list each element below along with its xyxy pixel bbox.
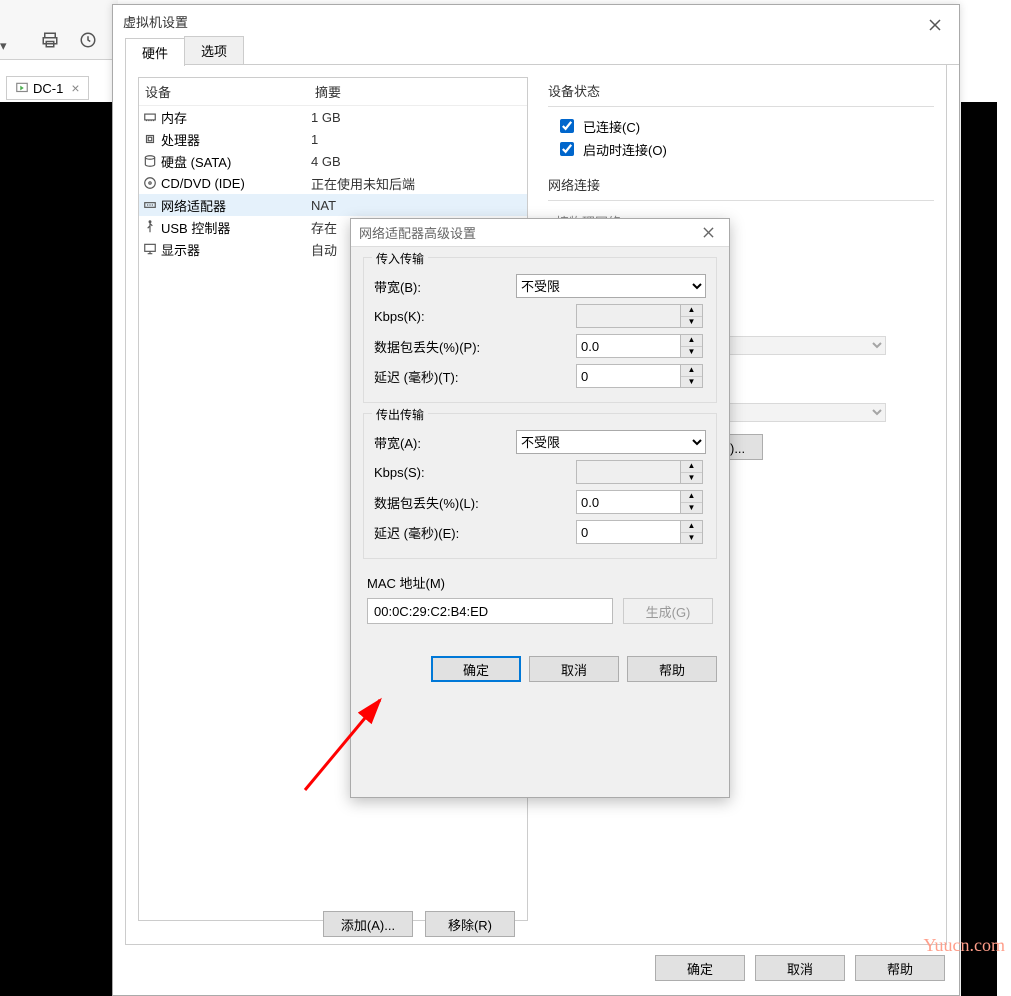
spin-down-icon[interactable]: ▼	[681, 317, 702, 328]
tab-hardware[interactable]: 硬件	[125, 38, 185, 66]
spin-up-icon[interactable]: ▲	[681, 521, 702, 533]
net-icon	[141, 196, 159, 214]
in-kbps-label: Kbps(K):	[374, 309, 504, 324]
close-button[interactable]	[919, 13, 951, 37]
in-bandwidth-select[interactable]: 不受限	[516, 274, 706, 298]
usb-icon	[141, 218, 159, 236]
out-loss-label: 数据包丢失(%)(L):	[374, 493, 504, 512]
connected-checkbox-input[interactable]	[560, 119, 574, 133]
out-latency-input[interactable]	[576, 520, 681, 544]
device-summary: 4 GB	[311, 154, 525, 169]
cancel-button[interactable]: 取消	[755, 955, 845, 981]
device-row[interactable]: 硬盘 (SATA)4 GB	[139, 150, 527, 172]
spin-up-icon[interactable]: ▲	[681, 461, 702, 473]
spin-down-icon[interactable]: ▼	[681, 347, 702, 358]
vm-tab-label: DC-1	[33, 81, 63, 96]
display-icon	[141, 240, 159, 258]
disk-icon	[141, 152, 159, 170]
net-conn-title: 网络连接	[548, 175, 934, 194]
out-kbps-label: Kbps(S):	[374, 465, 504, 480]
connect-poweron-checkbox[interactable]: 启动时连接(O)	[556, 139, 934, 159]
mac-label: MAC 地址(M)	[367, 573, 713, 592]
device-state-title: 设备状态	[548, 81, 934, 100]
tab-options[interactable]: 选项	[184, 36, 244, 65]
spin-down-icon[interactable]: ▼	[681, 503, 702, 514]
incoming-fieldset: 传入传输 带宽(B): 不受限 Kbps(K): ▲▼ 数据包丢失(%)(P):…	[363, 257, 717, 403]
remove-device-button[interactable]: 移除(R)	[425, 911, 515, 937]
app-toolbar: ▾	[0, 0, 118, 60]
add-device-button[interactable]: 添加(A)...	[323, 911, 413, 937]
watermark: Yuucn.com	[924, 935, 1005, 956]
header-device: 设备	[139, 78, 309, 105]
in-kbps-input[interactable]	[576, 304, 681, 328]
ok-button[interactable]: 确定	[655, 955, 745, 981]
device-name: 硬盘 (SATA)	[161, 152, 311, 171]
spin-up-icon[interactable]: ▲	[681, 335, 702, 347]
spin-up-icon[interactable]: ▲	[681, 365, 702, 377]
outgoing-legend: 传出传输	[372, 406, 428, 423]
incoming-legend: 传入传输	[372, 250, 428, 267]
device-name: USB 控制器	[161, 218, 311, 237]
cpu-icon	[141, 130, 159, 148]
generate-mac-button[interactable]: 生成(G)	[623, 598, 713, 624]
device-summary: 正在使用未知后端	[311, 174, 525, 193]
in-loss-label: 数据包丢失(%)(P):	[374, 337, 504, 356]
device-row[interactable]: 内存1 GB	[139, 106, 527, 128]
out-loss-input[interactable]	[576, 490, 681, 514]
device-summary: NAT	[311, 198, 525, 213]
out-bandwidth-select[interactable]: 不受限	[516, 430, 706, 454]
mac-section: MAC 地址(M) 生成(G)	[363, 569, 717, 628]
out-latency-label: 延迟 (毫秒)(E):	[374, 523, 504, 542]
connect-poweron-input[interactable]	[560, 142, 574, 156]
inner-ok-button[interactable]: 确定	[431, 656, 521, 682]
printer-icon[interactable]	[40, 30, 60, 50]
inner-dialog-title: 网络适配器高级设置	[351, 219, 729, 247]
dropdown-arrow-icon[interactable]: ▾	[0, 38, 7, 54]
advanced-settings-dialog: 网络适配器高级设置 传入传输 带宽(B): 不受限 Kbps(K): ▲▼ 数据…	[350, 218, 730, 798]
dialog-title: 虚拟机设置	[113, 5, 959, 37]
spin-down-icon[interactable]: ▼	[681, 377, 702, 388]
device-name: CD/DVD (IDE)	[161, 176, 311, 191]
help-button[interactable]: 帮助	[855, 955, 945, 981]
device-name: 内存	[161, 108, 311, 127]
memory-icon	[141, 108, 159, 126]
cd-icon	[141, 174, 159, 192]
mac-address-input[interactable]	[367, 598, 613, 624]
device-name: 网络适配器	[161, 196, 311, 215]
spin-up-icon[interactable]: ▲	[681, 491, 702, 503]
connect-poweron-label: 启动时连接(O)	[583, 140, 667, 159]
inner-cancel-button[interactable]: 取消	[529, 656, 619, 682]
out-kbps-input[interactable]	[576, 460, 681, 484]
inner-help-button[interactable]: 帮助	[627, 656, 717, 682]
in-latency-label: 延迟 (毫秒)(T):	[374, 367, 504, 386]
spin-up-icon[interactable]: ▲	[681, 305, 702, 317]
out-bandwidth-label: 带宽(A):	[374, 433, 504, 452]
device-row[interactable]: 处理器1	[139, 128, 527, 150]
outgoing-fieldset: 传出传输 带宽(A): 不受限 Kbps(S): ▲▼ 数据包丢失(%)(L):…	[363, 413, 717, 559]
device-name: 显示器	[161, 240, 311, 259]
device-name: 处理器	[161, 130, 311, 149]
vm-tab-icon	[15, 81, 29, 95]
in-loss-input[interactable]	[576, 334, 681, 358]
device-row[interactable]: CD/DVD (IDE)正在使用未知后端	[139, 172, 527, 194]
header-summary: 摘要	[309, 78, 527, 105]
in-latency-input[interactable]	[576, 364, 681, 388]
in-bandwidth-label: 带宽(B):	[374, 277, 504, 296]
connected-checkbox[interactable]: 已连接(C)	[556, 116, 934, 136]
device-summary: 1	[311, 132, 525, 147]
clock-icon[interactable]	[78, 30, 98, 50]
vm-tab[interactable]: DC-1 ×	[6, 76, 89, 100]
device-row[interactable]: 网络适配器NAT	[139, 194, 527, 216]
inner-close-button[interactable]	[691, 221, 725, 243]
close-icon[interactable]: ×	[71, 80, 79, 96]
spin-down-icon[interactable]: ▼	[681, 533, 702, 544]
device-summary: 1 GB	[311, 110, 525, 125]
connected-label: 已连接(C)	[583, 117, 640, 136]
spin-down-icon[interactable]: ▼	[681, 473, 702, 484]
